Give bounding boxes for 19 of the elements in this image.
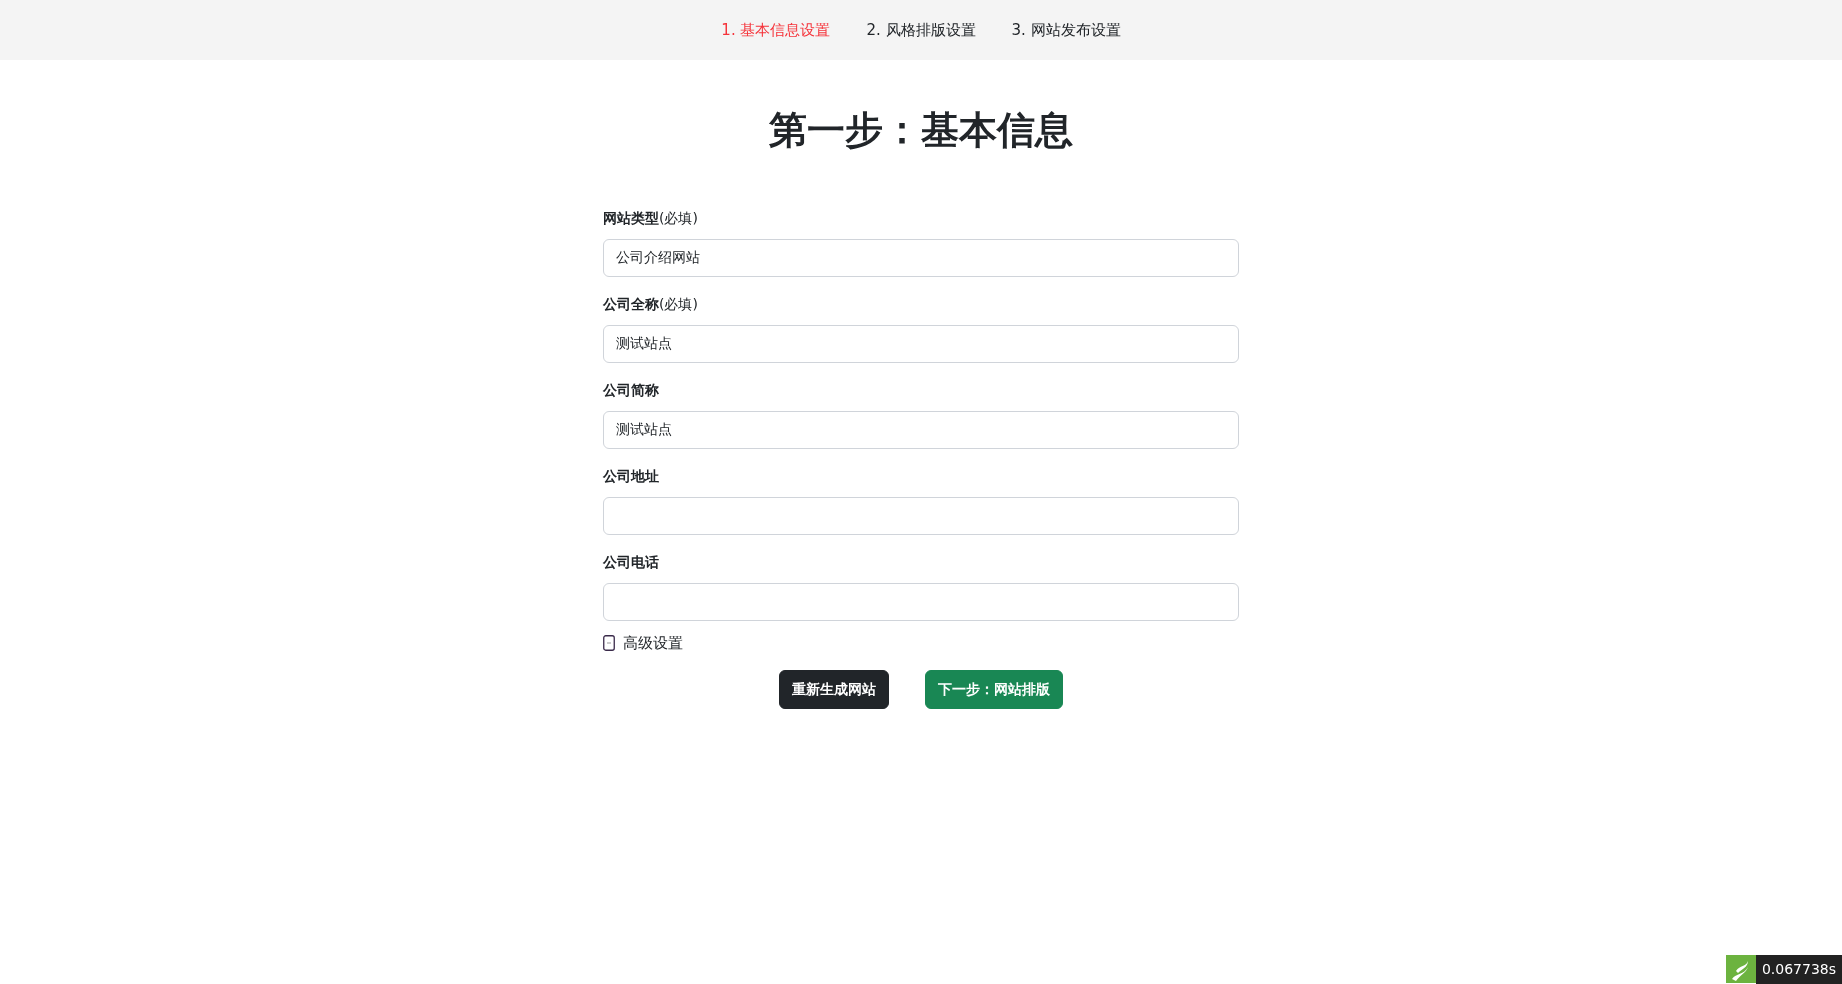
field-label: 公司电话 xyxy=(603,552,659,572)
field-label: 公司地址 xyxy=(603,466,659,486)
input-field[interactable] xyxy=(603,496,1239,535)
advanced-settings-toggle[interactable]: 高级设置 xyxy=(603,631,683,655)
step-tab[interactable]: 1. 基本信息设置 xyxy=(703,18,849,42)
next-step-button[interactable]: 下一步：网站排版 xyxy=(925,669,1063,709)
minus-icon xyxy=(603,634,615,651)
step-tab[interactable]: 3. 网站发布设置 xyxy=(993,18,1139,42)
field-label: 公司全称(必填) xyxy=(603,294,698,314)
field-label: 公司简称 xyxy=(603,380,659,400)
input-field[interactable] xyxy=(603,582,1239,621)
input-field[interactable]: 测试站点 xyxy=(603,324,1239,363)
input-field[interactable]: 测试站点 xyxy=(603,410,1239,449)
regenerate-button[interactable]: 重新生成网站 xyxy=(779,669,889,709)
input-field[interactable]: 公司介绍网站 xyxy=(603,238,1239,277)
step-tab[interactable]: 2. 风格排版设置 xyxy=(848,18,994,42)
field-label: 网站类型(必填) xyxy=(603,208,698,228)
timer-badge: 0.067738s xyxy=(1755,955,1842,984)
page-heading: 第一步：基本信息 xyxy=(768,108,1074,154)
